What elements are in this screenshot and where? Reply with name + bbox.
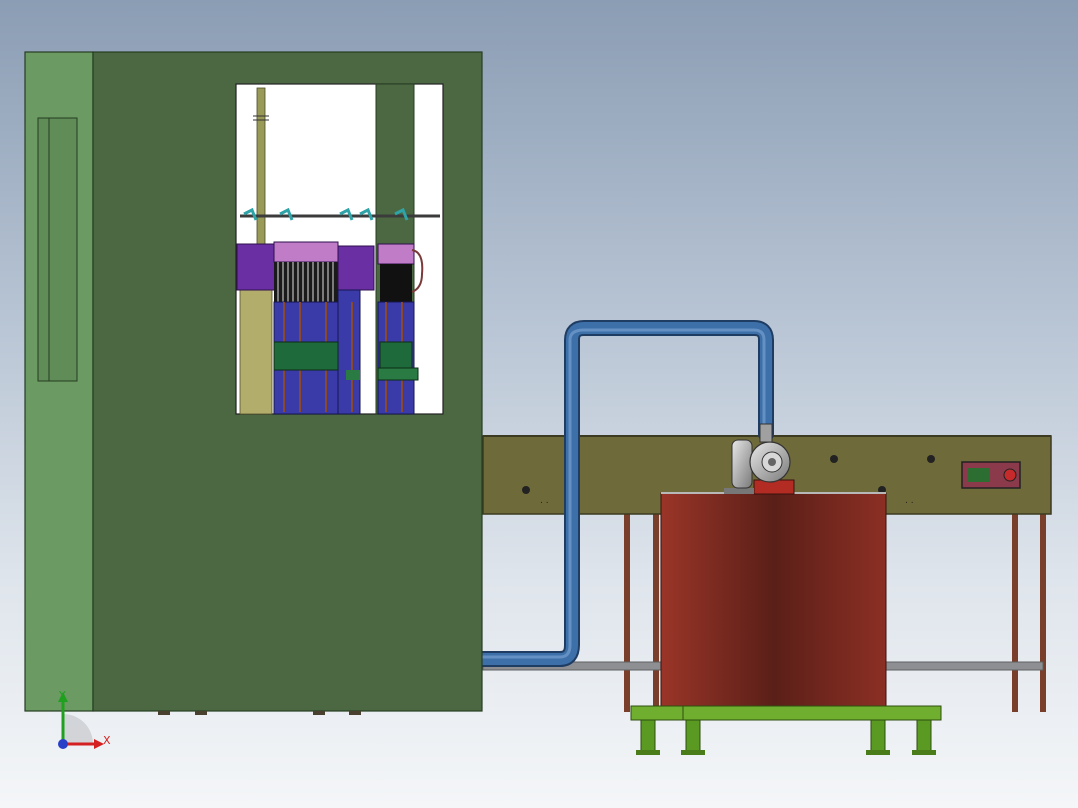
cad-viewport[interactable]: . . . . Y X — [0, 0, 1078, 808]
control-box-icon[interactable] — [961, 461, 1021, 489]
table-leg — [1040, 512, 1046, 712]
table-leg — [653, 512, 659, 712]
table-leg — [1012, 512, 1018, 712]
bolt — [522, 486, 530, 494]
table-leg — [624, 512, 630, 712]
cad-scene: . . . . Y X — [24, 51, 1052, 755]
bolt — [927, 455, 935, 463]
red-tank — [660, 479, 887, 707]
cabinet-window — [235, 83, 444, 415]
axis-x-label: X — [103, 734, 111, 747]
tank-skid — [630, 705, 942, 755]
axis-y-label: Y — [58, 689, 66, 702]
svg-text:. .: . . — [540, 496, 549, 506]
bolt — [830, 455, 838, 463]
svg-text:. .: . . — [905, 496, 914, 506]
cabinet-handle-panel — [37, 117, 78, 382]
machine-cabinet — [24, 51, 483, 715]
